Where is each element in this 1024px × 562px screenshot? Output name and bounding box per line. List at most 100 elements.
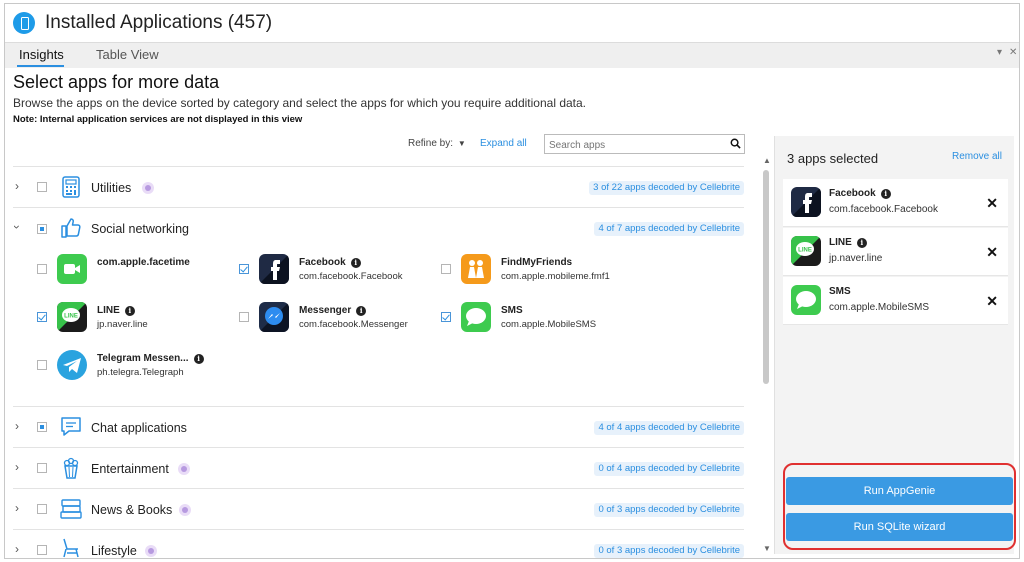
app-item-telegram[interactable]: Telegram Messen... i ph.telegra.Telegraph (37, 348, 237, 384)
scroll-thumb[interactable] (763, 170, 769, 384)
app-bundle-id: com.apple.MobileSMS (501, 319, 597, 330)
close-icon[interactable]: ✕ (986, 293, 998, 310)
category-checkbox[interactable] (37, 224, 47, 234)
close-icon[interactable]: ✕ (986, 195, 998, 212)
svg-text:LINE: LINE (64, 314, 78, 320)
app-checkbox[interactable] (37, 360, 47, 370)
category-row-social-networking: › Social networking 4 of 7 apps decoded … (10, 207, 744, 406)
scroll-up-icon[interactable]: ▲ (761, 156, 773, 166)
category-checkbox[interactable] (37, 182, 47, 192)
tab-insights[interactable]: Insights (19, 47, 64, 62)
category-row-utilities[interactable]: › Utilities 3 of 22 apps decoded by Cell… (13, 166, 744, 207)
chat-icon (61, 417, 81, 436)
app-checkbox[interactable] (37, 264, 47, 274)
chevron-down-icon[interactable]: › (10, 225, 24, 229)
info-icon[interactable]: i (124, 306, 135, 316)
app-checkbox[interactable] (239, 264, 249, 274)
category-checkbox[interactable] (37, 422, 47, 432)
find-my-friends-icon (461, 254, 491, 284)
plugin-icon (142, 182, 154, 194)
chevron-down-icon: ▼ (457, 139, 466, 148)
scroll-down-icon[interactable]: ▼ (761, 544, 773, 554)
window-title: Installed Applications (457) (45, 12, 273, 33)
category-name: Social networking (91, 222, 189, 236)
active-tab-indicator (17, 65, 64, 67)
thumbs-up-icon (61, 218, 81, 238)
search-icon[interactable] (730, 138, 741, 149)
refine-by-dropdown[interactable]: Refine by: ▼ (408, 138, 466, 149)
chevron-right-icon[interactable]: › (15, 501, 19, 515)
refine-by-label: Refine by: (408, 138, 454, 149)
selected-app-facebook: Facebook i com.facebook.Facebook ✕ (783, 179, 1008, 227)
category-name: Lifestyle (91, 544, 137, 558)
info-icon[interactable]: i (350, 258, 361, 268)
popcorn-icon (63, 457, 79, 479)
info-icon[interactable]: i (193, 354, 204, 364)
run-appgenie-button[interactable]: Run AppGenie (786, 477, 1013, 505)
line-icon: LINE (57, 302, 87, 332)
category-checkbox[interactable] (37, 545, 47, 555)
remove-all-link[interactable]: Remove all (952, 151, 1002, 162)
app-item-sms[interactable]: SMS com.apple.MobileSMS (441, 300, 641, 336)
tab-table-view[interactable]: Table View (96, 47, 159, 62)
decoded-badge: 0 of 4 apps decoded by Cellebrite (594, 462, 744, 476)
selected-app-title: SMS (829, 286, 851, 297)
phone-icon (13, 12, 35, 34)
line-icon: LINE (791, 236, 821, 266)
app-item-messenger[interactable]: Messenger i com.facebook.Messenger (239, 300, 439, 336)
chevron-right-icon[interactable]: › (15, 179, 19, 193)
app-bundle-id: jp.naver.line (97, 319, 148, 330)
info-icon[interactable]: i (880, 189, 891, 199)
page-description: Browse the apps on the device sorted by … (13, 96, 587, 110)
category-checkbox[interactable] (37, 463, 47, 473)
selected-count: 3 apps selected (787, 151, 879, 166)
category-row-news-books[interactable]: › News & Books 0 of 3 apps decoded by Ce… (13, 488, 744, 529)
app-checkbox[interactable] (441, 312, 451, 322)
info-icon[interactable]: i (356, 306, 367, 316)
run-sqlite-wizard-button[interactable]: Run SQLite wizard (786, 513, 1013, 541)
app-checkbox[interactable] (441, 264, 451, 274)
category-name: Chat applications (91, 421, 187, 435)
decoded-badge: 4 of 7 apps decoded by Cellebrite (594, 222, 744, 236)
chevron-right-icon[interactable]: › (15, 419, 19, 433)
selected-app-title: LINE i (829, 237, 867, 248)
books-icon (60, 499, 82, 519)
app-item-findmyfriends[interactable]: FindMyFriends com.apple.mobileme.fmf1 (441, 252, 641, 288)
app-bundle-id: ph.telegra.Telegraph (97, 367, 184, 378)
chevron-right-icon[interactable]: › (15, 542, 19, 556)
list-scrollbar[interactable]: ▲ ▼ (761, 156, 773, 554)
search-input[interactable] (545, 136, 723, 155)
app-item-line[interactable]: LINE LINE i jp.naver.line (37, 300, 237, 336)
app-bundle-id: com.facebook.Messenger (299, 319, 408, 330)
page-title: Select apps for more data (13, 72, 220, 92)
close-icon[interactable]: ✕ (986, 244, 998, 261)
selected-app-bundle-id: com.facebook.Facebook (829, 204, 938, 215)
category-row-entertainment[interactable]: › Entertainment 0 of 4 apps decoded by C… (13, 447, 744, 488)
category-row-chat-applications[interactable]: › Chat applications 4 of 4 apps decoded … (13, 406, 744, 447)
expand-all-link[interactable]: Expand all (480, 138, 527, 149)
tab-bar: Insights Table View ▾ ✕ (5, 42, 1019, 68)
selected-app-sms: SMS com.apple.MobileSMS ✕ (783, 277, 1008, 325)
app-checkbox[interactable] (239, 312, 249, 322)
plugin-icon (179, 504, 191, 516)
app-bundle-id: com.facebook.Facebook (299, 271, 403, 282)
app-checkbox[interactable] (37, 312, 47, 322)
facebook-icon (259, 254, 289, 284)
search-box (544, 134, 745, 155)
app-item-facetime[interactable]: com.apple.facetime (37, 252, 237, 288)
category-checkbox[interactable] (37, 504, 47, 514)
selected-app-bundle-id: jp.naver.line (829, 253, 883, 264)
category-row-lifestyle[interactable]: › Lifestyle 0 of 3 apps decoded by Celle… (13, 529, 744, 559)
app-item-facebook[interactable]: Facebook i com.facebook.Facebook (239, 252, 439, 288)
app-title: Telegram Messen... i (97, 353, 204, 364)
tab-close-icon[interactable]: ✕ (1009, 47, 1017, 58)
tab-menu-icon[interactable]: ▾ (997, 47, 1002, 58)
sms-icon (791, 285, 821, 315)
chevron-right-icon[interactable]: › (15, 460, 19, 474)
decoded-badge: 3 of 22 apps decoded by Cellebrite (589, 181, 744, 195)
app-title: Messenger i (299, 305, 367, 316)
calculator-icon (62, 176, 80, 198)
decoded-badge: 0 of 3 apps decoded by Cellebrite (594, 544, 744, 558)
selected-app-bundle-id: com.apple.MobileSMS (829, 302, 930, 313)
info-icon[interactable]: i (856, 238, 867, 248)
